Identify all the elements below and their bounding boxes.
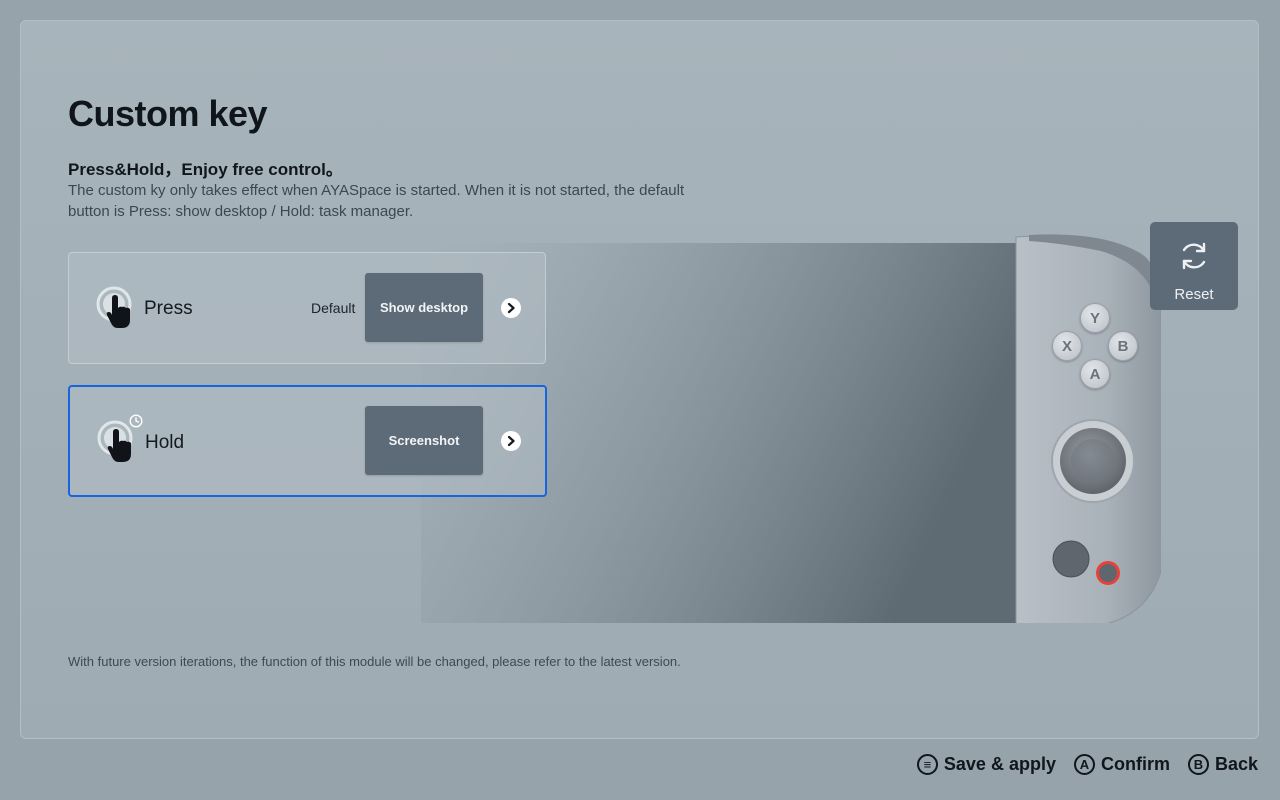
bottom-hint-bar: ≡ Save & apply A Confirm B Back xyxy=(916,754,1258,775)
menu-button-icon: ≡ xyxy=(916,754,938,775)
press-key-card[interactable]: Press Default Show desktop xyxy=(68,252,546,364)
hold-action-button[interactable]: Screenshot xyxy=(365,406,483,475)
hold-key-card[interactable]: Hold Screenshot xyxy=(68,385,547,497)
face-button-y: Y xyxy=(1080,303,1110,333)
custom-key-panel: Custom key Press&Hold，Enjoy free control… xyxy=(20,20,1259,739)
save-apply-label: Save & apply xyxy=(943,754,1056,774)
b-button-icon: B xyxy=(1187,754,1209,775)
a-button-icon: A xyxy=(1073,754,1095,775)
reset-button[interactable]: Reset xyxy=(1150,222,1238,310)
face-button-a: A xyxy=(1080,359,1110,389)
back-label: Back xyxy=(1214,754,1258,774)
page-title: Custom key xyxy=(68,93,268,134)
confirm-label: Confirm xyxy=(1100,754,1170,774)
back-hint[interactable]: B Back xyxy=(1187,754,1258,775)
tap-hand-icon xyxy=(96,286,140,334)
page-subtitle: Press&Hold，Enjoy free control。 xyxy=(68,160,343,179)
clock-icon xyxy=(129,414,143,433)
refresh-icon xyxy=(1177,239,1211,278)
save-apply-hint[interactable]: ≡ Save & apply xyxy=(916,754,1056,775)
press-card-label: Press xyxy=(144,298,193,319)
confirm-hint[interactable]: A Confirm xyxy=(1073,754,1170,775)
chevron-right-icon[interactable] xyxy=(501,431,521,451)
hold-card-label: Hold xyxy=(145,432,185,453)
press-default-label: Default xyxy=(311,300,356,316)
reset-label: Reset xyxy=(1174,286,1214,303)
chevron-right-icon[interactable] xyxy=(501,298,521,318)
version-footnote: With future version iterations, the func… xyxy=(68,654,681,669)
press-action-button[interactable]: Show desktop xyxy=(365,273,483,342)
face-button-x: X xyxy=(1052,331,1082,361)
face-button-b: B xyxy=(1108,331,1138,361)
